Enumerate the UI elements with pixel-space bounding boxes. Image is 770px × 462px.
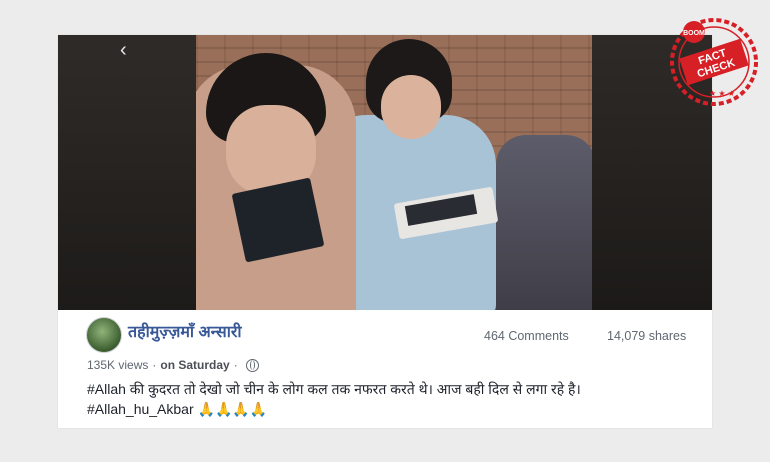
post-caption: #Allah की कुदरत तो देखो जो चीन के लोग कल…	[87, 379, 697, 419]
girl-face	[381, 75, 441, 139]
stamp-top-text: BOOM	[683, 30, 705, 37]
caption-line-1: #Allah की कुदरत तो देखो जो चीन के लोग कल…	[87, 381, 581, 397]
author-name[interactable]: तहीमुज़्ज़माँ अन्सारी	[128, 320, 242, 342]
globe-icon	[245, 358, 259, 372]
avatar[interactable]	[86, 317, 122, 353]
background-people	[496, 135, 592, 310]
stamp-stars: ★ ★ ★	[709, 89, 735, 98]
video-player[interactable]: ‹	[58, 35, 712, 310]
video-letterbox-left	[58, 35, 196, 310]
video-frame	[196, 35, 592, 310]
chevron-left-icon[interactable]: ‹	[120, 39, 127, 62]
post-card: ‹ तहीमुज़्ज़माँ अन्सारी 464 Comments 14,…	[58, 35, 712, 428]
meta-separator-2: ·	[233, 358, 238, 372]
comments-count[interactable]: 464 Comments	[484, 329, 569, 343]
post-date[interactable]: on Saturday	[160, 358, 229, 372]
views-count: 135K views	[87, 358, 149, 372]
shares-count[interactable]: 14,079 shares	[607, 329, 686, 343]
fact-check-stamp: BOOM FACT CHECK ★ ★ ★	[670, 18, 758, 106]
post-footer: तहीमुज़्ज़माँ अन्सारी 464 Comments 14,07…	[58, 310, 712, 428]
meta-separator: ·	[152, 358, 157, 372]
caption-line-2: #Allah_hu_Akbar 🙏🙏🙏🙏	[87, 401, 268, 417]
post-meta: 135K views · on Saturday ·	[87, 358, 259, 372]
